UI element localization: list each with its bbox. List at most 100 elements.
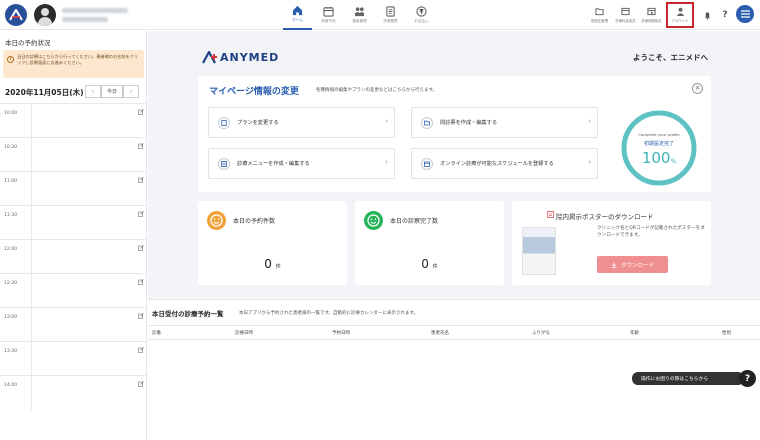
time-slot[interactable]: 12:00 — [0, 239, 147, 274]
history-icon — [386, 6, 395, 17]
poster-icon — [547, 211, 554, 218]
users-icon — [354, 7, 365, 17]
edit-icon[interactable] — [138, 177, 144, 183]
question-icon: ? — [722, 10, 728, 20]
mypage-card: マイページ情報の変更 各種情報の編集やプランの変更などはこちらから行えます。 ×… — [198, 76, 711, 192]
poster-description: クリニック名とQRコードが記載されたポスターをダウンロードできます。 — [597, 226, 705, 238]
edit-icon[interactable] — [138, 279, 144, 285]
calendar-icon — [421, 158, 433, 170]
col-visit-datetime[interactable]: 診療日時 — [235, 330, 253, 336]
close-button[interactable]: × — [692, 83, 703, 94]
download-icon — [611, 262, 617, 268]
nav-reservations[interactable]: 診療予約 — [314, 0, 343, 30]
menu-button[interactable] — [736, 5, 754, 23]
list-subtitle: 本日アプリから予約された患者様の一覧です。自動的に診療カレンダーに表示されます。 — [239, 311, 419, 316]
hamburger-icon — [740, 10, 750, 18]
col-age[interactable]: 年齢 — [630, 330, 639, 336]
user-avatar[interactable] — [34, 4, 56, 26]
edit-icon[interactable] — [138, 211, 144, 217]
help-label[interactable]: 操作にお困りの際はこちらから — [632, 372, 744, 385]
main-nav: ホーム 診療予約 患者管理 診療履歴 お支払い — [283, 0, 438, 30]
edit-icon[interactable] — [138, 245, 144, 251]
prev-day-button[interactable]: ‹ — [85, 85, 101, 98]
completion-value: 100% — [641, 149, 677, 167]
edit-icon[interactable] — [138, 109, 144, 115]
account-button[interactable]: アカウント — [666, 2, 694, 28]
time-slot[interactable]: 11:00 — [0, 171, 147, 206]
today-reservations-card: 本日の予約件数 0 件 — [198, 201, 347, 285]
price-icon — [621, 7, 630, 16]
clock-calendar-icon — [647, 7, 656, 16]
notification-button[interactable] — [700, 3, 714, 27]
edit-icon[interactable] — [138, 347, 144, 353]
download-button[interactable]: ダウンロード — [597, 256, 668, 273]
time-slot[interactable]: 10:30 — [0, 137, 147, 172]
time-slot[interactable]: 11:30 — [0, 205, 147, 240]
folder-icon — [595, 8, 604, 16]
time-slot[interactable]: 13:30 — [0, 341, 147, 376]
edit-icon[interactable] — [138, 143, 144, 149]
payment-icon — [416, 6, 427, 17]
home-icon — [292, 5, 303, 16]
edit-icon[interactable] — [138, 313, 144, 319]
schedule-title: 本日の予約状況 — [5, 39, 51, 47]
bell-icon — [704, 11, 710, 20]
edit-icon[interactable] — [138, 381, 144, 387]
folder-icon — [421, 117, 433, 129]
completed-label: 本日の診察完了数 — [390, 218, 439, 225]
slot-time: 13:00 — [4, 315, 17, 320]
edit-menu-button[interactable]: 診療メニューを作成・編集する › — [208, 148, 395, 179]
list-title: 本日受付の診療予約一覧 — [152, 310, 224, 318]
user-name-blurred — [62, 17, 108, 22]
help-question-icon[interactable]: ? — [739, 370, 756, 387]
account-icon — [676, 7, 684, 16]
chevron-right-icon: › — [588, 117, 591, 125]
top-header: ホーム 診療予約 患者管理 診療履歴 お支払い 院設定管理 診療料金設定 診療時… — [0, 0, 760, 30]
slot-time: 11:30 — [4, 213, 17, 218]
settings-clinic-button[interactable]: 院設定管理 — [587, 3, 612, 27]
slot-time: 10:00 — [4, 111, 17, 116]
col-number[interactable]: 診番 — [152, 330, 161, 336]
help-widget[interactable]: 操作にお困りの際はこちらから ? — [632, 370, 760, 387]
notice-banner: ! 当日の診療はこちらから行ってください。患者様のお名前をクリックし診療画面にお… — [3, 50, 144, 78]
smile-icon — [364, 211, 383, 230]
slot-time: 12:00 — [4, 247, 17, 252]
document-icon — [218, 117, 230, 129]
help-button[interactable]: ? — [718, 3, 732, 27]
col-reserved-datetime[interactable]: 予約日時 — [332, 330, 350, 336]
register-schedule-button[interactable]: オンライン診療が可能なスケジュールを登録する › — [411, 148, 598, 179]
time-slot[interactable]: 12:30 — [0, 273, 147, 308]
menu-list-icon — [218, 158, 230, 170]
nav-history[interactable]: 診療履歴 — [376, 0, 405, 30]
chevron-right-icon: › — [385, 158, 388, 166]
col-gender[interactable]: 性別 — [722, 330, 731, 336]
nav-payment[interactable]: お支払い — [407, 0, 436, 30]
col-patient-name[interactable]: 患者氏名 — [431, 330, 449, 336]
today-button[interactable]: 今日 — [101, 85, 123, 98]
nav-patients[interactable]: 患者管理 — [345, 0, 374, 30]
reservations-label: 本日の予約件数 — [233, 218, 276, 225]
settings-fee-button[interactable]: 診療料金設定 — [613, 3, 638, 27]
time-slot[interactable]: 13:00 — [0, 307, 147, 342]
settings-hours-button[interactable]: 診療時間設定 — [639, 3, 664, 27]
completed-count: 0 件 — [421, 257, 438, 271]
next-day-button[interactable]: › — [123, 85, 139, 98]
slot-time: 10:30 — [4, 145, 17, 150]
current-date: 2020年11月05日(木) — [5, 88, 84, 97]
app-logo[interactable] — [5, 4, 27, 26]
chevron-right-icon: › — [588, 158, 591, 166]
time-slot[interactable]: 14:00 — [0, 375, 147, 410]
change-plan-button[interactable]: プランを変更する › — [208, 107, 395, 138]
col-furigana[interactable]: ふりがな — [532, 330, 550, 336]
info-icon: ! — [7, 56, 14, 63]
today-schedule-panel: 本日の予約状況 ! 当日の診療はこちらから行ってください。患者様のお名前をクリッ… — [0, 31, 147, 440]
edit-questionnaire-button[interactable]: 問診票を作成・編集する › — [411, 107, 598, 138]
time-slot[interactable]: 10:00 — [0, 103, 147, 138]
mypage-title: マイページ情報の変更 — [209, 87, 299, 97]
poster-download-card: 院内掲示ポスターのダウンロード クリニック名とQRコードが記載されたポスターをダ… — [512, 201, 711, 285]
table-header: 診番 診療日時 予約日時 患者氏名 ふりがな 年齢 性別 — [148, 325, 760, 340]
poster-title: 院内掲示ポスターのダウンロード — [556, 213, 654, 221]
profile-completion-ring: Complete your profile 初期設定完了 100% — [618, 107, 700, 189]
nav-home[interactable]: ホーム — [283, 0, 312, 30]
completion-status: 初期設定完了 — [643, 141, 674, 147]
